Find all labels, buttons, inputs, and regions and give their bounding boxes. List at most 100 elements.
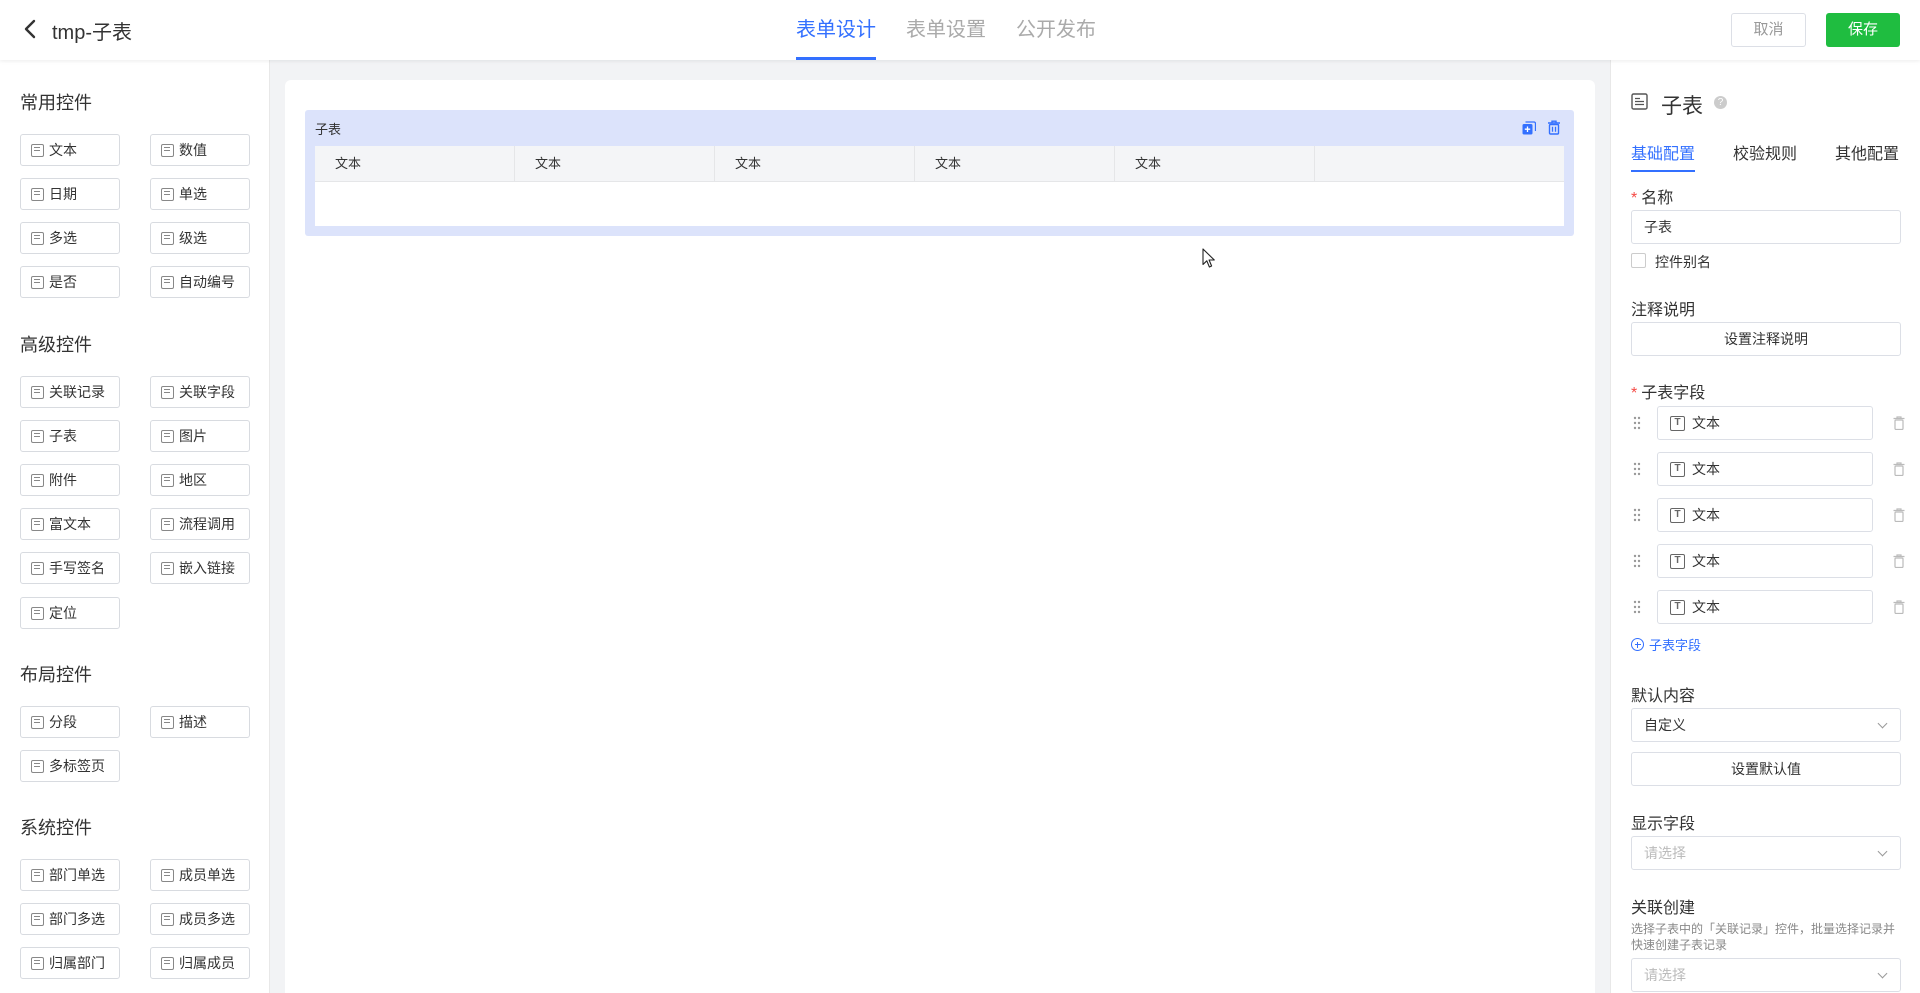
palette-item-workflow-call[interactable]: 流程调用 [150,508,250,540]
column-header[interactable]: 文本 [715,146,915,182]
subtable-field[interactable]: T 文本 [1657,544,1873,578]
palette-item-dept-single[interactable]: 部门单选 [20,859,120,891]
drag-handle-icon[interactable] [1633,462,1641,476]
attachment-icon [31,473,44,487]
palette-item-image[interactable]: 图片 [150,420,250,452]
palette-item-section[interactable]: 分段 [20,706,120,738]
link-create-select[interactable]: 请选择 [1631,958,1901,992]
group-title-system: 系统控件 [20,818,92,838]
palette-item-multi-tab[interactable]: 多标签页 [20,750,120,782]
subtable-label: 子表 [315,122,342,137]
cascade-icon [161,231,174,245]
trash-icon[interactable] [1893,508,1905,522]
set-default-button[interactable]: 设置默认值 [1631,752,1901,786]
link-create-label: 关联创建 [1631,900,1696,917]
palette-item-signature[interactable]: 手写签名 [20,552,120,584]
palette-item-single-select[interactable]: 单选 [150,178,250,210]
palette-item-subtable[interactable]: 子表 [20,420,120,452]
tab-validation-rules[interactable]: 校验规则 [1733,144,1797,172]
default-content-select[interactable]: 自定义 [1631,708,1901,742]
tab-basic-config[interactable]: 基础配置 [1631,144,1696,172]
alias-checkbox[interactable] [1631,253,1646,268]
subtable-widget[interactable]: 子表 文本 文本 文本 文本 文本 [305,110,1574,236]
column-header[interactable]: 文本 [515,146,715,182]
subtable-field[interactable]: T 文本 [1657,498,1873,532]
text-icon: T [1670,599,1685,615]
save-button[interactable]: 保存 [1826,13,1900,47]
palette-item-rich-text[interactable]: 富文本 [20,508,120,540]
tab-form-design[interactable]: 表单设计 [796,0,876,60]
signature-icon [31,561,44,575]
member-icon [161,868,174,882]
subtable-icon [31,429,44,443]
subtable-field[interactable]: T 文本 [1657,452,1873,486]
form-canvas: 子表 文本 文本 文本 文本 文本 [285,80,1595,993]
tab-form-settings[interactable]: 表单设置 [906,0,986,60]
name-input[interactable]: 子表 [1631,210,1901,244]
link-create-hint: 选择子表中的「关联记录」控件，批量选择记录并快速创建子表记录 [1631,922,1896,952]
workflow-icon [161,517,174,531]
palette-item-linked-field[interactable]: 关联字段 [150,376,250,408]
subtable-field-row: T 文本 [1631,452,1920,488]
trash-icon[interactable] [1893,462,1905,476]
drag-handle-icon[interactable] [1633,554,1641,568]
trash-icon[interactable] [1893,416,1905,430]
copy-icon[interactable] [1522,121,1536,135]
mouse-cursor-icon [1202,248,1215,268]
palette-item-cascade[interactable]: 级选 [150,222,250,254]
help-icon[interactable]: ? [1714,96,1727,109]
palette-item-auto-number[interactable]: 自动编号 [150,266,250,298]
member-icon [161,912,174,926]
column-header[interactable]: 文本 [315,146,515,182]
palette-item-owner-member[interactable]: 归属成员 [150,947,250,979]
set-note-button[interactable]: 设置注释说明 [1631,322,1901,356]
palette-item-embed-link[interactable]: 嵌入链接 [150,552,250,584]
add-subtable-field-button[interactable]: 子表字段 [1631,635,1701,654]
palette-item-region[interactable]: 地区 [150,464,250,496]
checkbox-icon [161,187,174,201]
subtable-field[interactable]: T 文本 [1657,406,1873,440]
tab-other-config[interactable]: 其他配置 [1835,144,1899,172]
subtable-grid: 文本 文本 文本 文本 文本 [315,146,1564,226]
number-icon [161,143,174,157]
palette-item-description[interactable]: 描述 [150,706,250,738]
subtable-field[interactable]: T 文本 [1657,590,1873,624]
cancel-button[interactable]: 取消 [1731,13,1806,47]
group-title-advanced: 高级控件 [20,335,92,355]
palette-item-text[interactable]: 文本 [20,134,120,166]
text-icon: T [1670,507,1685,523]
panel-title: 子表 [1661,95,1703,118]
text-icon: T [1670,415,1685,431]
column-header[interactable]: 文本 [915,146,1115,182]
drag-handle-icon[interactable] [1633,416,1641,430]
palette-item-dept-multi[interactable]: 部门多选 [20,903,120,935]
subtable-field-row: T 文本 [1631,498,1920,534]
display-field-select[interactable]: 请选择 [1631,836,1901,870]
note-label: 注释说明 [1631,302,1696,319]
default-content-label: 默认内容 [1631,688,1696,705]
tab-public-publish[interactable]: 公开发布 [1016,0,1096,60]
palette-item-member-multi[interactable]: 成员多选 [150,903,250,935]
description-icon [161,715,174,729]
palette-item-owner-dept[interactable]: 归属部门 [20,947,120,979]
palette-item-multi-select[interactable]: 多选 [20,222,120,254]
delete-icon[interactable] [1547,120,1561,135]
drag-handle-icon[interactable] [1633,508,1641,522]
trash-icon[interactable] [1893,554,1905,568]
column-header[interactable]: 文本 [1115,146,1315,182]
palette-item-attachment[interactable]: 附件 [20,464,120,496]
subtable-field-row: T 文本 [1631,544,1920,580]
back-arrow-icon[interactable] [20,17,42,41]
trash-icon[interactable] [1893,600,1905,614]
palette-item-number[interactable]: 数值 [150,134,250,166]
palette-item-yes-no[interactable]: 是否 [20,266,120,298]
text-icon: T [1670,461,1685,477]
subtable-icon [1631,93,1648,110]
palette-item-linked-record[interactable]: 关联记录 [20,376,120,408]
tabs-icon [31,759,44,773]
palette-item-member-single[interactable]: 成员单选 [150,859,250,891]
palette-item-location[interactable]: 定位 [20,597,120,629]
palette-item-date[interactable]: 日期 [20,178,120,210]
alias-label: 控件别名 [1655,254,1711,270]
drag-handle-icon[interactable] [1633,600,1641,614]
